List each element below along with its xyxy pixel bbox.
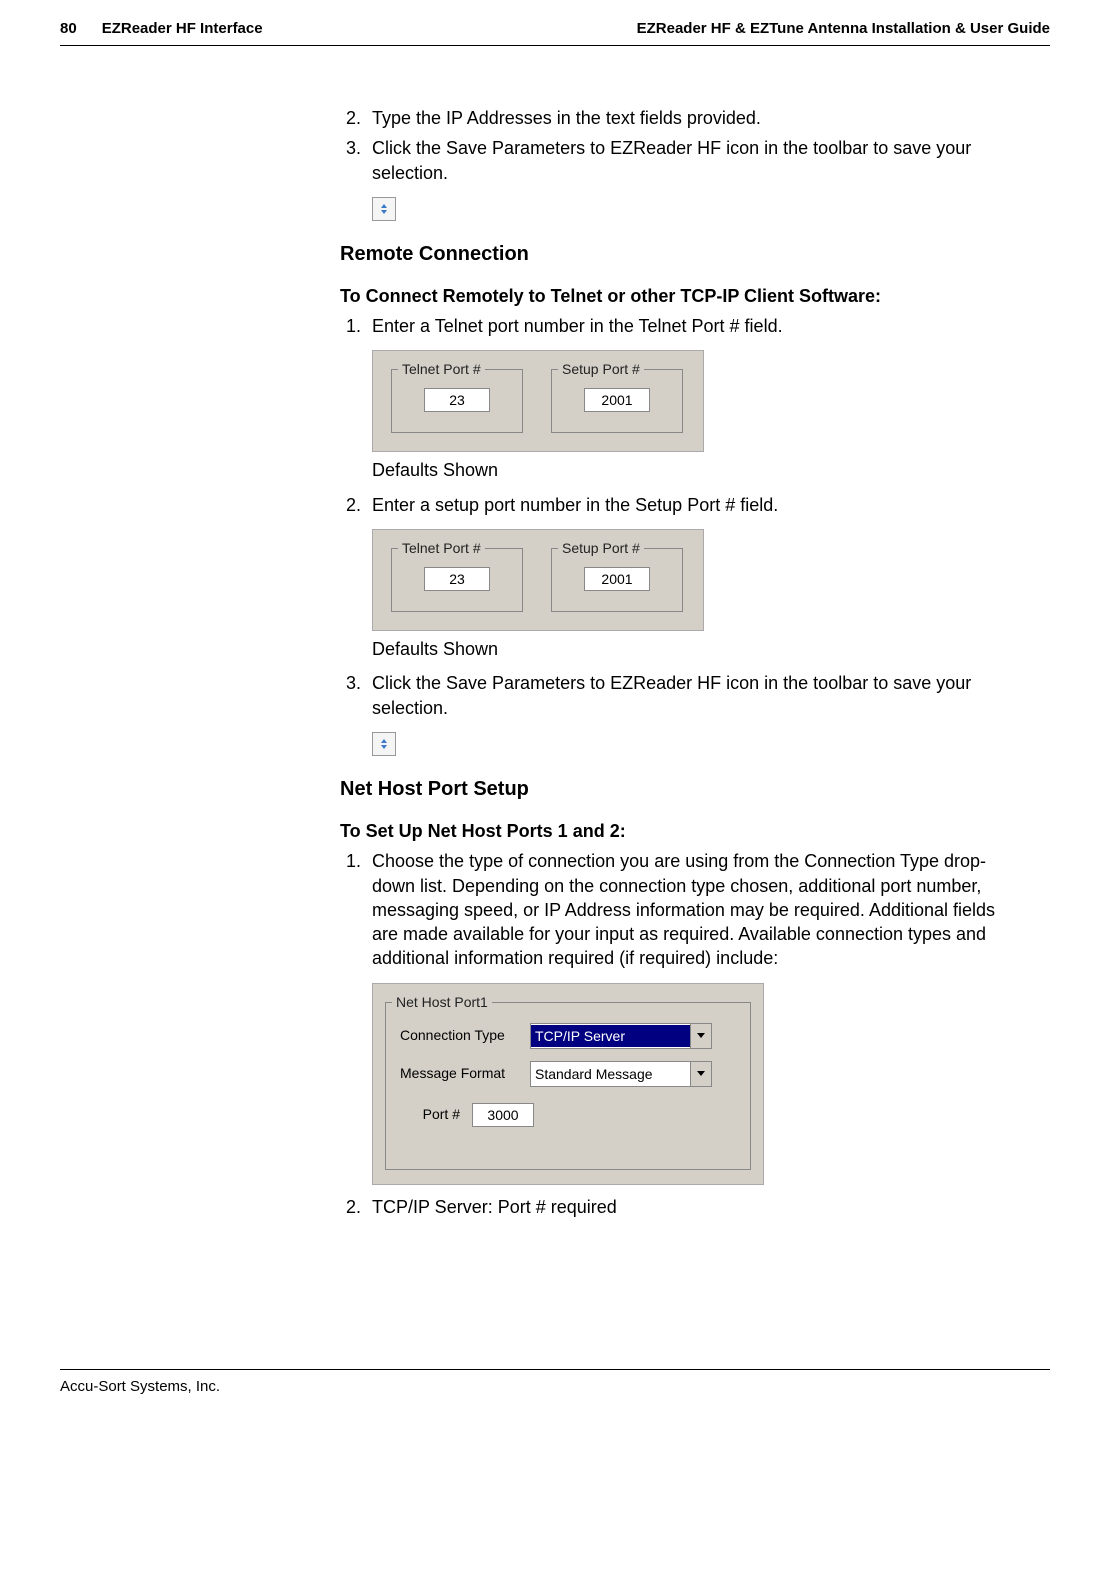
sec2-step1: Enter a Telnet port number in the Telnet… (366, 314, 1020, 338)
telnet-port-label-2: Telnet Port # (398, 539, 485, 558)
defaults-caption-1: Defaults Shown (372, 458, 1020, 482)
telnet-port-group-2: Telnet Port # 23 (391, 548, 523, 612)
defaults-caption-2: Defaults Shown (372, 637, 1020, 661)
connection-type-dropdown[interactable]: TCP/IP Server (530, 1023, 712, 1049)
sec1-step2: Type the IP Addresses in the text fields… (366, 106, 1020, 130)
chevron-down-icon[interactable] (690, 1024, 711, 1048)
telnet-port-group: Telnet Port # 23 (391, 369, 523, 433)
setup-port-label-2: Setup Port # (558, 539, 644, 558)
telnet-port-input-2[interactable]: 23 (424, 567, 490, 591)
telnet-setup-port-panel-2: Telnet Port # 23 Setup Port # 2001 (372, 529, 704, 631)
chevron-down-icon-2[interactable] (690, 1062, 711, 1086)
page-number: 80 (60, 20, 77, 37)
remote-connection-heading: Remote Connection (340, 241, 1020, 268)
header-right-title: EZReader HF & EZTune Antenna Installatio… (637, 20, 1050, 37)
sec1-step3: Click the Save Parameters to EZReader HF… (366, 136, 1020, 185)
save-parameters-icon-2 (372, 732, 396, 756)
connection-type-value: TCP/IP Server (531, 1025, 690, 1047)
sec2-step3: Click the Save Parameters to EZReader HF… (366, 671, 1020, 720)
telnet-port-input[interactable]: 23 (424, 388, 490, 412)
save-parameters-icon (372, 197, 396, 221)
header-left-title: EZReader HF Interface (102, 20, 263, 37)
sec3-step1: Choose the type of connection you are us… (366, 849, 1020, 970)
message-format-label: Message Format (400, 1064, 530, 1083)
telnet-port-label: Telnet Port # (398, 360, 485, 379)
message-format-value: Standard Message (531, 1063, 690, 1085)
net-host-port1-panel: Net Host Port1 Connection Type TCP/IP Se… (372, 983, 764, 1185)
setup-port-label: Setup Port # (558, 360, 644, 379)
setup-port-group: Setup Port # 2001 (551, 369, 683, 433)
sec2-step2: Enter a setup port number in the Setup P… (366, 493, 1020, 517)
sec3-step2: TCP/IP Server: Port # required (366, 1195, 1020, 1219)
setup-port-input[interactable]: 2001 (584, 388, 650, 412)
port-number-input[interactable]: 3000 (472, 1103, 534, 1127)
footer-text: Accu-Sort Systems, Inc. (60, 1378, 1050, 1395)
port-number-label: Port # (400, 1105, 460, 1124)
telnet-setup-port-panel-1: Telnet Port # 23 Setup Port # 2001 (372, 350, 704, 452)
net-host-port-heading: Net Host Port Setup (340, 776, 1020, 803)
net-host-port-subheading: To Set Up Net Host Ports 1 and 2: (340, 819, 1020, 843)
connection-type-label: Connection Type (400, 1026, 530, 1045)
setup-port-input-2[interactable]: 2001 (584, 567, 650, 591)
remote-connection-subheading: To Connect Remotely to Telnet or other T… (340, 284, 1020, 308)
net-host-port1-legend: Net Host Port1 (392, 993, 492, 1012)
setup-port-group-2: Setup Port # 2001 (551, 548, 683, 612)
message-format-dropdown[interactable]: Standard Message (530, 1061, 712, 1087)
